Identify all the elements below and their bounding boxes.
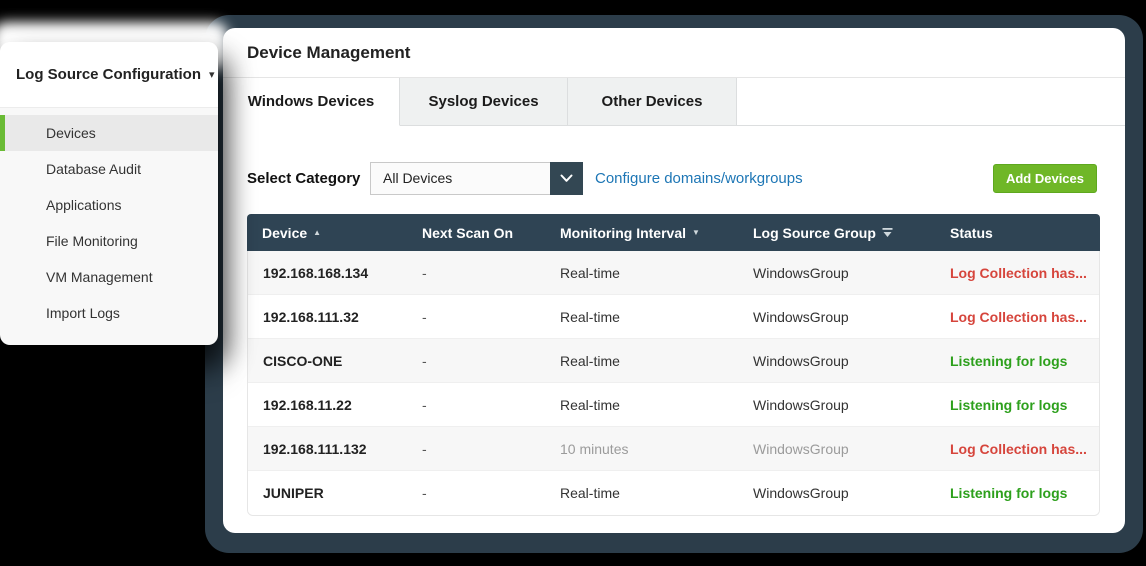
sort-desc-icon: ▼ [692, 228, 700, 237]
sidebar-item-label: File Monitoring [46, 233, 138, 249]
sidebar-item-label: Database Audit [46, 161, 141, 177]
device-cell: 192.168.11.22 [263, 396, 352, 413]
column-header-monitoring-interval[interactable]: Monitoring Interval ▼ [545, 225, 738, 241]
window-frame: Device Management Windows Devices Syslog… [205, 15, 1143, 553]
device-management-panel: Device Management Windows Devices Syslog… [223, 28, 1125, 533]
configure-domains-link[interactable]: Configure domains/workgroups [595, 162, 803, 195]
sidebar-menu: Devices Database Audit Applications File… [0, 108, 218, 331]
sidebar-item-label: Import Logs [46, 305, 120, 321]
group-cell: WindowsGroup [753, 264, 849, 281]
table-row[interactable]: 192.168.111.132 - 10 minutes WindowsGrou… [248, 427, 1099, 471]
group-cell: WindowsGroup [753, 352, 849, 369]
caret-down-icon: ▾ [209, 69, 215, 81]
column-label: Monitoring Interval [560, 224, 686, 241]
tab-bar-filler [737, 78, 1125, 126]
next-scan-cell: - [422, 440, 427, 457]
sidebar-item-label: Applications [46, 197, 122, 213]
interval-cell: Real-time [560, 264, 620, 281]
table-row[interactable]: 192.168.111.32 - Real-time WindowsGroup … [248, 295, 1099, 339]
column-label: Device [262, 224, 308, 241]
device-cell: 192.168.168.134 [263, 264, 369, 281]
category-select-value: All Devices [383, 170, 453, 186]
group-cell: WindowsGroup [753, 396, 849, 413]
group-cell: WindowsGroup [753, 485, 849, 501]
sidebar: Log Source Configuration ▾ Devices Datab… [0, 42, 218, 345]
device-cell: JUNIPER [263, 485, 324, 501]
column-header-next-scan[interactable]: Next Scan On [407, 225, 545, 241]
column-label: Status [950, 224, 993, 241]
tab-other-devices[interactable]: Other Devices [568, 78, 737, 126]
sidebar-item-applications[interactable]: Applications [0, 187, 218, 223]
category-select[interactable]: All Devices [370, 162, 583, 195]
interval-cell: Real-time [560, 308, 620, 325]
panel-header: Device Management [223, 28, 1125, 78]
next-scan-cell: - [422, 264, 427, 281]
table-row[interactable]: 192.168.168.134 - Real-time WindowsGroup… [248, 251, 1099, 295]
table-row[interactable]: JUNIPER - Real-time WindowsGroup Listeni… [248, 471, 1099, 515]
column-header-log-source-group[interactable]: Log Source Group [738, 225, 935, 241]
log-source-config-dropdown[interactable]: Log Source Configuration ▾ [0, 42, 218, 108]
column-header-status[interactable]: Status [935, 225, 1100, 241]
column-label: Log Source Group [753, 224, 876, 241]
device-cell: CISCO-ONE [263, 352, 343, 369]
filter-icon[interactable] [882, 225, 893, 241]
active-indicator [0, 115, 5, 151]
tab-windows-devices[interactable]: Windows Devices [223, 78, 400, 126]
table-body: 192.168.168.134 - Real-time WindowsGroup… [247, 251, 1100, 516]
status-text: Listening for logs [950, 485, 1068, 501]
page-title: Device Management [247, 43, 411, 62]
interval-cell: Real-time [560, 396, 620, 413]
sidebar-item-database-audit[interactable]: Database Audit [0, 151, 218, 187]
next-scan-cell: - [422, 485, 427, 501]
group-cell: WindowsGroup [753, 440, 849, 457]
next-scan-cell: - [422, 308, 427, 325]
sidebar-item-label: Devices [46, 125, 96, 141]
toolbar: Select Category All Devices Configure do… [223, 162, 1125, 195]
sidebar-title: Log Source Configuration [16, 66, 201, 83]
app-canvas: Device Management Windows Devices Syslog… [0, 0, 1146, 566]
add-devices-button[interactable]: Add Devices [993, 164, 1097, 193]
tab-syslog-devices[interactable]: Syslog Devices [400, 78, 568, 126]
table-header-row: Device ▲ Next Scan On Monitoring Interva… [247, 214, 1100, 251]
sidebar-item-file-monitoring[interactable]: File Monitoring [0, 223, 218, 259]
tab-bar: Windows Devices Syslog Devices Other Dev… [223, 78, 1125, 126]
group-cell: WindowsGroup [753, 308, 849, 325]
status-text[interactable]: Log Collection has... [935, 265, 1099, 281]
status-text: Listening for logs [950, 352, 1068, 369]
chevron-down-icon[interactable] [550, 162, 583, 195]
table-row[interactable]: 192.168.11.22 - Real-time WindowsGroup L… [248, 383, 1099, 427]
next-scan-cell: - [422, 352, 427, 369]
status-text[interactable]: Log Collection has... [935, 441, 1099, 457]
sidebar-item-import-logs[interactable]: Import Logs [0, 295, 218, 331]
select-category-label: Select Category [247, 170, 361, 187]
status-text[interactable]: Log Collection has... [935, 309, 1099, 325]
device-cell: 192.168.111.32 [263, 308, 359, 325]
sidebar-item-vm-management[interactable]: VM Management [0, 259, 218, 295]
next-scan-cell: - [422, 396, 427, 413]
device-cell: 192.168.111.132 [263, 440, 367, 457]
status-text: Listening for logs [950, 396, 1068, 413]
sort-asc-icon: ▲ [313, 228, 322, 237]
table-row[interactable]: CISCO-ONE - Real-time WindowsGroup Liste… [248, 339, 1099, 383]
column-header-device[interactable]: Device ▲ [247, 225, 407, 241]
interval-cell: Real-time [560, 485, 620, 501]
interval-cell: 10 minutes [560, 440, 629, 457]
sidebar-item-devices[interactable]: Devices [0, 115, 218, 151]
devices-table: Device ▲ Next Scan On Monitoring Interva… [247, 214, 1100, 516]
sidebar-item-label: VM Management [46, 269, 153, 285]
column-label: Next Scan On [422, 224, 514, 241]
interval-cell: Real-time [560, 352, 620, 369]
